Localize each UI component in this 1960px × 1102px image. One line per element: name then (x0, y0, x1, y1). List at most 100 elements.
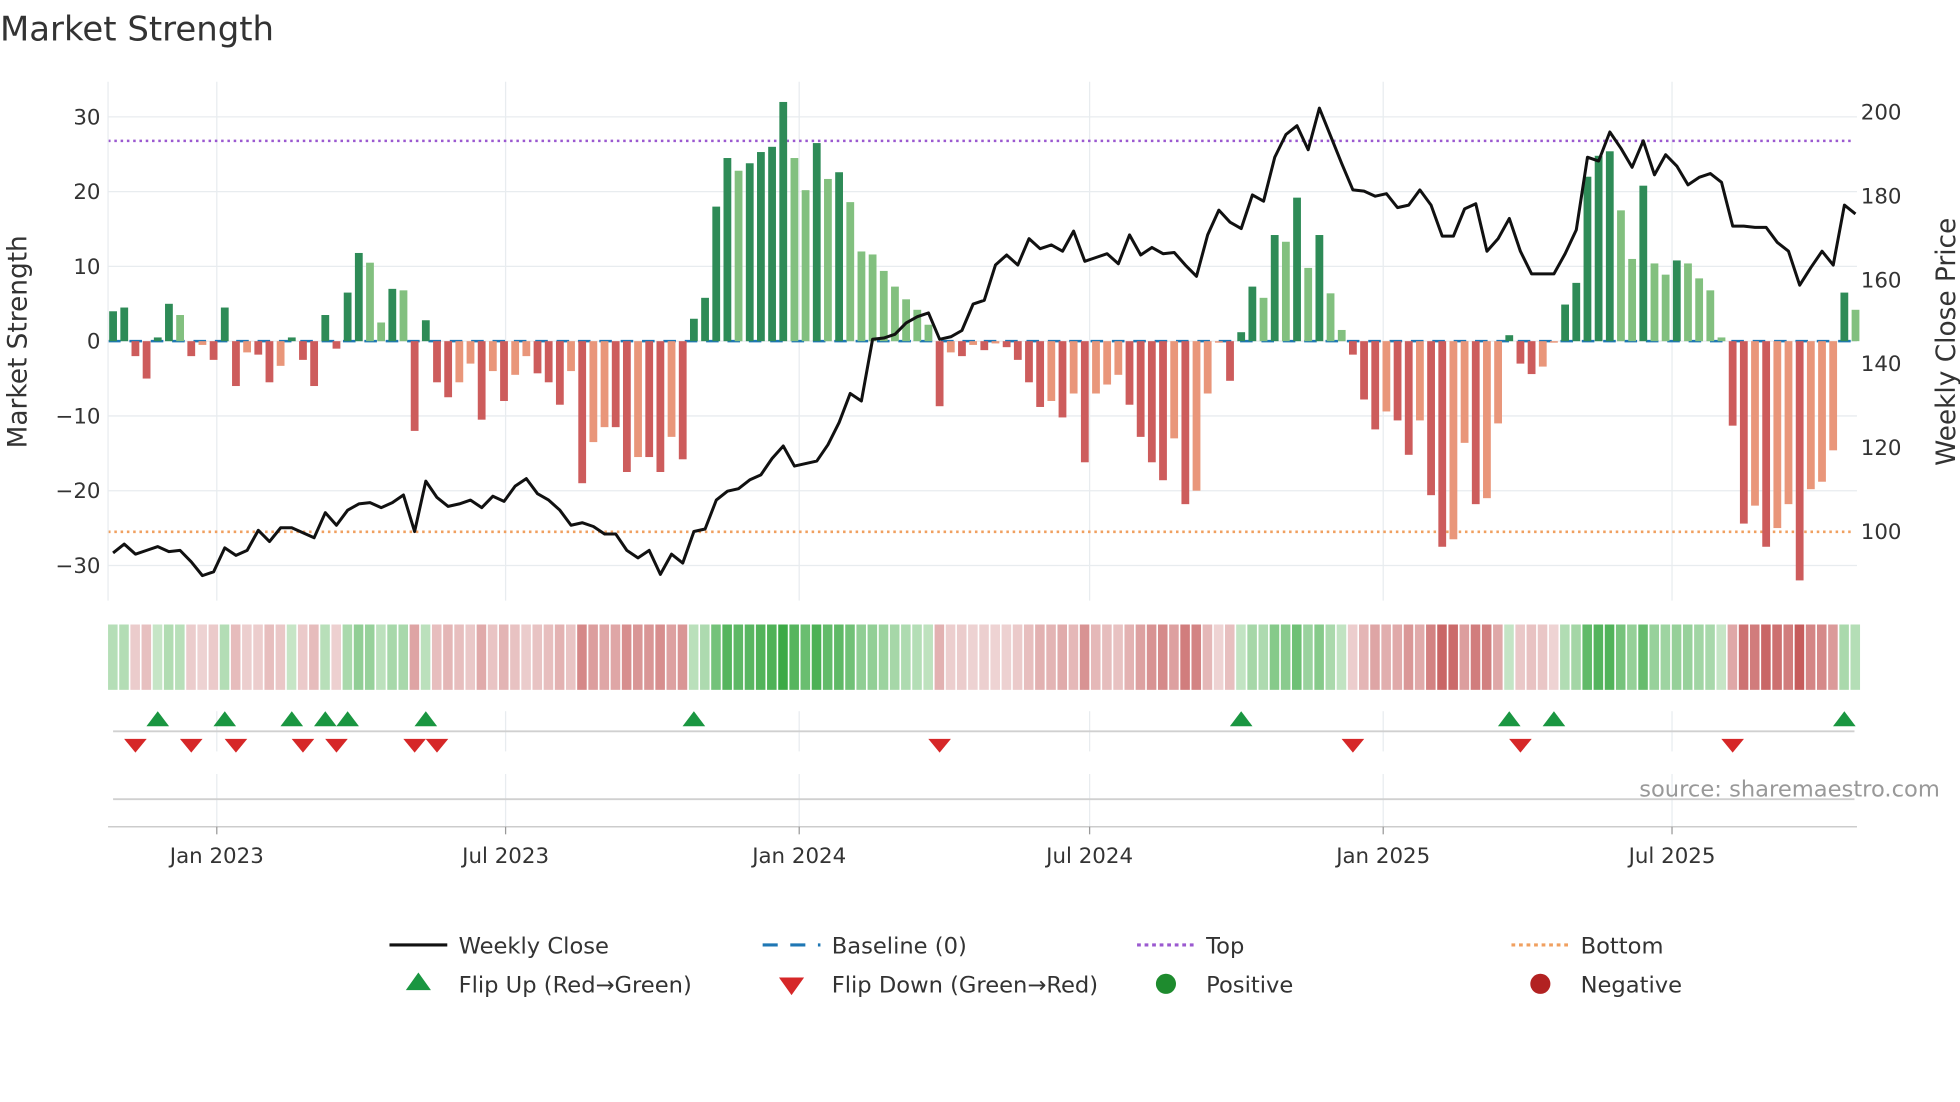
flip-up-marker (146, 711, 170, 727)
strength-bar (689, 318, 698, 342)
strength-bar (1617, 210, 1625, 342)
strength-bar (1326, 293, 1335, 342)
strength-bar (332, 341, 341, 349)
strength-bar (354, 252, 363, 342)
strength-bar (1639, 185, 1648, 342)
strip-cell (566, 624, 576, 690)
strip-cell (1437, 624, 1447, 690)
strength-bar (1538, 341, 1547, 367)
strength-bar (555, 341, 564, 405)
strip-cell (800, 624, 811, 690)
strength-bar (1449, 341, 1458, 540)
strength-bar (745, 163, 754, 342)
strength-bar (812, 143, 821, 342)
strip-cell (901, 624, 911, 690)
strength-bar (969, 341, 978, 345)
strength-bar (1516, 341, 1525, 364)
strength-bar (1069, 341, 1078, 394)
strip-cell (655, 624, 665, 690)
strength-bar (1572, 282, 1581, 342)
flip-down-marker (1509, 738, 1532, 753)
strength-bar (388, 288, 397, 342)
strip-cell (1381, 624, 1391, 690)
strip-cell (621, 624, 632, 690)
strip-cell (510, 624, 520, 690)
strip-cell (968, 624, 978, 690)
strip-cell (599, 624, 610, 690)
strength-bar (1438, 341, 1447, 547)
strip-cell (923, 624, 933, 690)
x-tick-label: Jan 2025 (1334, 844, 1430, 869)
strip-cell (912, 624, 922, 690)
flip-up-marker (280, 711, 304, 727)
strength-bar (857, 251, 866, 342)
strength-bar (790, 158, 799, 342)
strength-bar (1818, 341, 1826, 482)
strength-bar (1505, 335, 1514, 342)
y2-tick-label: 100 (1861, 520, 1902, 545)
strength-bar (366, 262, 374, 342)
strength-bar (1293, 197, 1301, 342)
strength-bar (567, 341, 575, 372)
legend-item[interactable]: Weekly Close (389, 934, 609, 960)
strip-cell (1012, 624, 1023, 690)
strength-bar (879, 270, 888, 342)
strip-cell (822, 624, 833, 690)
strength-bar (1672, 260, 1681, 342)
strip-cell (700, 624, 710, 690)
strength-bar (1628, 258, 1637, 342)
strength-bar (1337, 329, 1346, 342)
strip-cell (331, 624, 341, 690)
strip-cell (1694, 624, 1704, 690)
strength-bar (165, 303, 173, 342)
strip-cell (152, 624, 163, 690)
strip-cell (1403, 624, 1414, 690)
strip-cell (309, 624, 319, 690)
strip-cell (108, 624, 118, 690)
strip-cell (1124, 624, 1135, 690)
legend-item[interactable]: Baseline (0) (762, 934, 967, 960)
strip-cell (1716, 624, 1727, 690)
strength-bar (1192, 341, 1201, 491)
strip-cell (1303, 624, 1313, 690)
y-tick-label: −10 (55, 404, 100, 429)
strip-cell (834, 624, 844, 690)
strip-cell (1783, 624, 1794, 690)
strength-bar (287, 337, 296, 342)
flip-down-marker (124, 738, 147, 753)
legend-item[interactable]: Positive (1155, 973, 1293, 999)
strength-bar (533, 341, 542, 374)
legend-item[interactable]: Top (1137, 934, 1244, 960)
strength-bar (1851, 309, 1860, 342)
strength-bar (824, 178, 832, 342)
strength-bar (1773, 341, 1782, 529)
legend-item[interactable]: Bottom (1511, 934, 1664, 960)
legend-item[interactable]: Negative (1530, 973, 1682, 999)
legend-item[interactable]: Flip Down (Green→Red) (778, 973, 1098, 999)
legend-label: Flip Up (Red→Green) (459, 973, 692, 999)
strip-cell (1839, 624, 1849, 690)
strength-bar (634, 341, 642, 458)
strip-cell (219, 624, 230, 690)
y-tick-label: 0 (87, 330, 101, 355)
strip-cell (767, 624, 777, 690)
strip-cell (1448, 624, 1458, 690)
y-axis-left: 30 20 10 0 −10 −20 −30 (55, 81, 109, 601)
y2-tick-label: 200 (1861, 100, 1902, 125)
strip-cell (1325, 624, 1336, 690)
strength-bar (1237, 332, 1246, 342)
strength-bar (1058, 341, 1067, 418)
strip-cell (376, 624, 386, 690)
strip-cell (141, 624, 152, 690)
strength-bar (1382, 341, 1391, 412)
strength-bar (667, 341, 676, 437)
strip-cell (1213, 624, 1224, 690)
strip-cell (1560, 624, 1570, 690)
x-tick-label: Jul 2024 (1044, 844, 1133, 869)
legend-item[interactable]: Flip Up (Red→Green) (405, 972, 692, 999)
y-tick-label: 10 (73, 255, 100, 280)
strength-bar (1159, 341, 1167, 481)
circle-negative-icon (1530, 973, 1551, 994)
strip-cell (1426, 624, 1436, 690)
flip-up-marker (313, 711, 337, 727)
